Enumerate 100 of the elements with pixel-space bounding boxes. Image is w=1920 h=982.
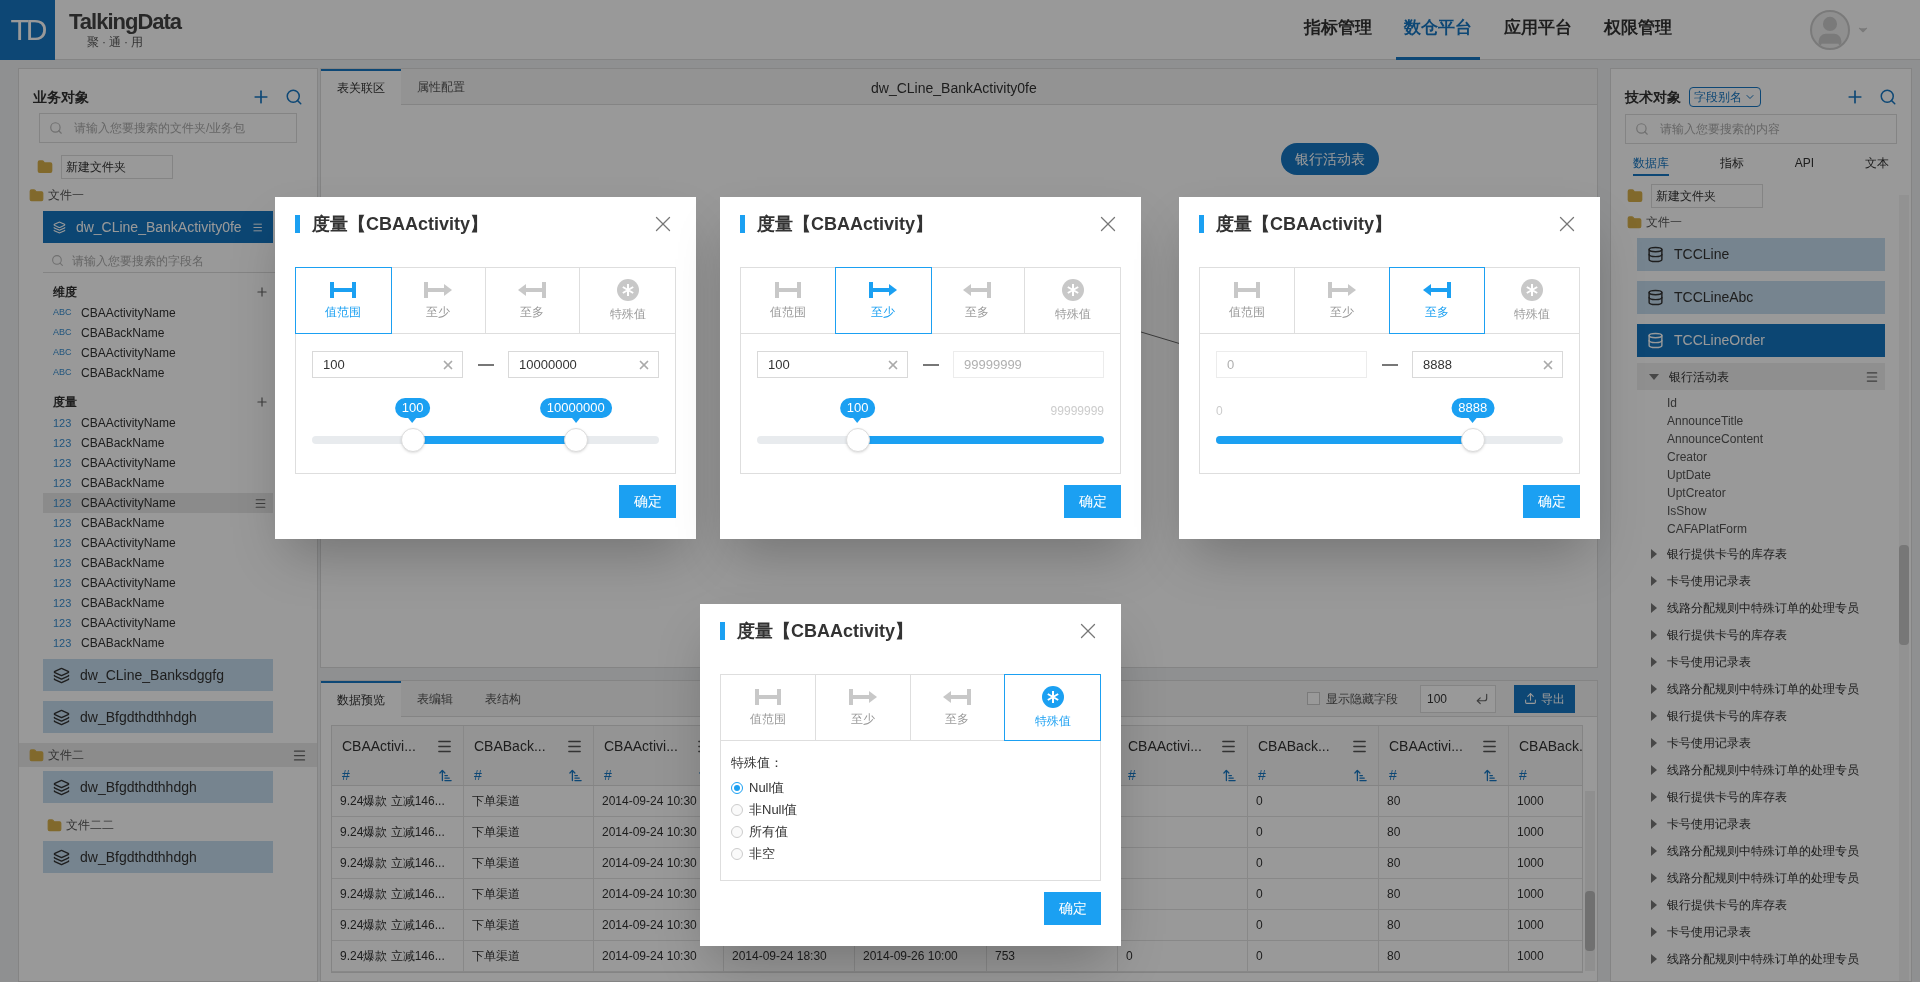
field-item[interactable]: 123 CBABackName — [43, 433, 273, 453]
tree-item[interactable]: 线路分配规则中特殊订单的处理专员 — [1637, 594, 1885, 621]
folder-name-field[interactable]: 新建文件夹 — [61, 155, 173, 179]
expand-arrow-icon[interactable] — [1651, 575, 1657, 586]
filter-tab[interactable]: 特殊值 — [1484, 268, 1579, 333]
row-count-field[interactable]: 100 — [1420, 684, 1496, 713]
sort-icon[interactable] — [1483, 768, 1498, 783]
filter-tab[interactable]: 值范围 — [295, 267, 392, 334]
folder-item[interactable]: 文件二二 — [19, 813, 317, 837]
slider-thumb[interactable] — [1460, 428, 1485, 452]
package-item[interactable]: dw_CLine_BankActivity0fe — [43, 211, 273, 243]
expand-arrow-icon[interactable] — [1651, 764, 1657, 775]
expand-arrow-icon[interactable] — [1651, 683, 1657, 694]
package-item[interactable]: dw_CLine_Banksdggfg — [43, 659, 273, 691]
clear-icon[interactable] — [886, 358, 900, 372]
filter-tab[interactable]: 至多 — [1388, 267, 1486, 334]
menu-icon[interactable] — [292, 747, 307, 763]
sort-icon[interactable] — [568, 768, 583, 783]
filter-tab[interactable]: 至少 — [834, 267, 932, 334]
export-button[interactable]: 导出 — [1514, 684, 1575, 713]
nav-tab[interactable]: 应用平台 — [1496, 0, 1580, 60]
filter-tab[interactable]: 值范围 — [721, 675, 816, 740]
menu-icon[interactable] — [436, 738, 453, 755]
source-tab[interactable]: 数据库 — [1633, 152, 1669, 176]
source-tab[interactable]: 指标 — [1719, 152, 1744, 176]
filter-tab[interactable]: 值范围 — [1200, 268, 1295, 333]
tree-item[interactable]: 银行活动表 — [1637, 363, 1885, 390]
menu-icon[interactable] — [1351, 738, 1368, 755]
sort-icon[interactable] — [1353, 768, 1368, 783]
folder-item[interactable]: 文件一 — [19, 183, 317, 207]
table-item[interactable]: TCCLineOrder — [1637, 324, 1885, 357]
column-item[interactable]: IsShow — [1667, 502, 1885, 520]
folder-item[interactable]: 文件二 — [19, 743, 317, 767]
show-hidden-checkbox[interactable]: 显示隐藏字段 — [1307, 689, 1398, 708]
clear-icon[interactable] — [1541, 358, 1555, 372]
number-field[interactable]: 100 — [312, 351, 463, 378]
tree-item[interactable]: 线路分配规则中特殊订单的处理专员 — [1637, 756, 1885, 783]
field-item[interactable]: ABC CBAActivityName — [43, 303, 273, 323]
table-node[interactable]: 银行活动表 — [1281, 143, 1379, 175]
field-item[interactable]: 123 CBABackName — [43, 633, 273, 653]
sort-icon[interactable] — [1222, 768, 1237, 783]
table-item[interactable]: TCCLine — [1637, 238, 1885, 271]
column-item[interactable]: AnnounceContent — [1667, 430, 1885, 448]
filter-tab[interactable]: 值范围 — [741, 268, 836, 333]
menu-icon[interactable] — [254, 496, 267, 510]
filter-tab[interactable]: 至少 — [815, 675, 911, 740]
tree-item[interactable]: 银行提供卡号的库存表 — [1637, 702, 1885, 729]
field-item[interactable]: 123 CBAActivityName — [43, 413, 273, 433]
tree-item[interactable]: 银行提供卡号的库存表 — [1637, 891, 1885, 918]
filter-tab[interactable]: 至多 — [930, 268, 1026, 333]
confirm-button[interactable]: 确定 — [619, 485, 676, 518]
table-item[interactable]: TCCLineAbc — [1637, 281, 1885, 314]
column-item[interactable]: Creator — [1667, 448, 1885, 466]
search-icon[interactable] — [285, 88, 303, 106]
radio-button[interactable] — [731, 803, 743, 816]
tree-item[interactable]: 线路分配规则中特殊订单的处理专员 — [1637, 945, 1885, 972]
expand-arrow-icon[interactable] — [1651, 818, 1657, 829]
tree-item[interactable]: 卡号使用记录表 — [1637, 729, 1885, 756]
filter-tab[interactable]: 至多 — [910, 675, 1006, 740]
column-item[interactable]: UptCreator — [1667, 484, 1885, 502]
field-item[interactable]: ABC CBABackName — [43, 323, 273, 343]
filter-tab[interactable]: 至少 — [390, 268, 486, 333]
confirm-button[interactable]: 确定 — [1064, 485, 1121, 518]
tree-item[interactable]: 卡号使用记录表 — [1637, 648, 1885, 675]
filter-tab[interactable]: 特殊值 — [580, 268, 675, 333]
tree-item[interactable]: 卡号使用记录表 — [1637, 918, 1885, 945]
expand-arrow-icon[interactable] — [1651, 872, 1657, 883]
source-tab[interactable]: 文本 — [1864, 152, 1889, 176]
tree-item[interactable]: 线路分配规则中特殊订单的处理专员 — [1637, 675, 1885, 702]
field-item[interactable]: 123 CBAActivityName — [43, 493, 273, 513]
expand-arrow-icon[interactable] — [1649, 373, 1659, 380]
folder-name-field[interactable]: 新建文件夹 — [1651, 184, 1763, 208]
column-header[interactable]: CBABack. # — [1509, 726, 1582, 785]
filter-tab[interactable]: 特殊值 — [1025, 268, 1120, 333]
filter-tab[interactable]: 至少 — [1294, 268, 1390, 333]
tree-item[interactable]: 线路分配规则中特殊订单的处理专员 — [1637, 864, 1885, 891]
expand-arrow-icon[interactable] — [1651, 602, 1657, 613]
confirm-button[interactable]: 确定 — [1044, 892, 1101, 925]
column-item[interactable]: CAFAPlatForm — [1667, 520, 1885, 538]
expand-arrow-icon[interactable] — [1651, 656, 1657, 667]
field-item[interactable]: ABC CBABackName — [43, 363, 273, 383]
source-tab[interactable]: API — [1794, 152, 1815, 176]
slider-thumb[interactable] — [400, 428, 425, 452]
nav-tab[interactable]: 指标管理 — [1296, 0, 1380, 60]
package-item[interactable]: dw_Bfgdthdthhdgh — [43, 771, 273, 803]
radio-button[interactable] — [731, 825, 743, 838]
add-icon[interactable] — [255, 285, 269, 299]
radio-button[interactable] — [731, 847, 743, 860]
field-item[interactable]: 123 CBABackName — [43, 553, 273, 573]
package-item[interactable]: dw_Bfgdthdthhdgh — [43, 841, 273, 873]
panel-tab[interactable]: 表关联区 — [321, 68, 401, 105]
expand-arrow-icon[interactable] — [1651, 899, 1657, 910]
tree-item[interactable]: 银行提供卡号的库存表 — [1637, 540, 1885, 567]
menu-icon[interactable] — [1220, 738, 1237, 755]
sort-icon[interactable] — [438, 768, 453, 783]
confirm-button[interactable]: 确定 — [1523, 485, 1580, 518]
menu-icon[interactable] — [1865, 369, 1879, 384]
tree-item[interactable]: 卡号使用记录表 — [1637, 567, 1885, 594]
field-item[interactable]: 123 CBAActivityName — [43, 533, 273, 553]
search-icon[interactable] — [1879, 88, 1897, 106]
